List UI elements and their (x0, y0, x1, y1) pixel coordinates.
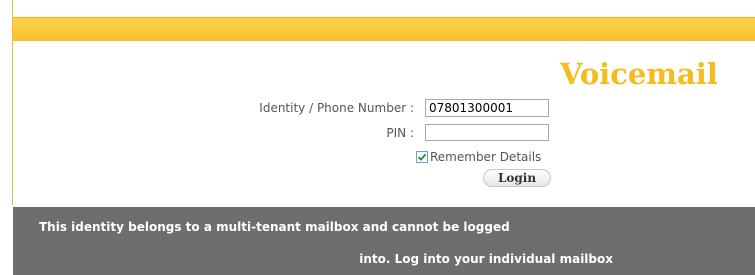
top-banner-bar (13, 17, 755, 41)
error-message-banner: This identity belongs to a multi-tenant … (13, 207, 755, 275)
remember-details-control[interactable]: Remember Details (416, 149, 541, 165)
error-message-line-1: This identity belongs to a multi-tenant … (39, 220, 510, 234)
remember-details-checkbox[interactable] (416, 151, 428, 163)
login-button[interactable]: Login (483, 169, 551, 187)
page-title: Voicemail (560, 57, 718, 91)
pin-input[interactable] (425, 124, 549, 141)
remember-details-label: Remember Details (430, 150, 542, 164)
voicemail-login-page: Voicemail Identity / Phone Number : PIN … (0, 0, 755, 275)
identity-label: Identity / Phone Number : (259, 101, 414, 115)
checkmark-icon (417, 153, 427, 161)
identity-input[interactable] (425, 99, 549, 117)
pin-label: PIN : (386, 126, 414, 140)
error-message-line-2: into. Log into your individual mailbox (359, 252, 613, 266)
